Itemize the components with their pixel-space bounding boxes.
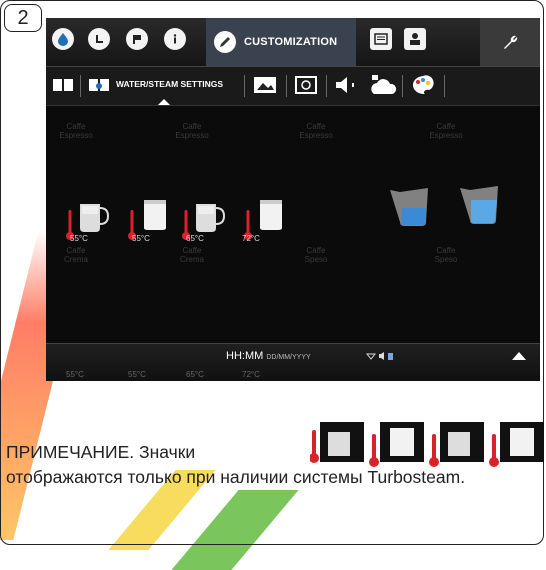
status-icons — [365, 351, 394, 363]
separator — [244, 75, 245, 97]
wrench-icon[interactable] — [480, 18, 540, 66]
book-settings-icon[interactable] — [86, 74, 112, 96]
step-number-badge: 2 — [4, 4, 42, 32]
clean-icon[interactable] — [292, 74, 320, 96]
tab-customization[interactable]: CUSTOMIZATION — [206, 18, 356, 66]
tab-customization-label: CUSTOMIZATION — [244, 36, 338, 48]
cloud-icon[interactable] — [366, 74, 400, 96]
cup-temp: 72°C — [242, 234, 260, 243]
flag-icon[interactable] — [126, 28, 148, 50]
note-suffix: отображаются только при наличии системы … — [6, 467, 466, 487]
user-settings-icon[interactable] — [404, 28, 426, 50]
separator — [444, 75, 445, 97]
ghost-label: Caffe Speso — [434, 246, 458, 264]
water-steam-settings-tab[interactable]: WATER/STEAM SETTINGS — [116, 79, 223, 89]
bottom-temp: 72°C — [242, 370, 260, 379]
separator — [286, 75, 287, 97]
pitcher-icon — [260, 200, 282, 230]
water-jug-icon[interactable] — [388, 182, 438, 228]
ghost-label: Caffe Espresso — [299, 122, 333, 140]
pitcher-icon — [144, 200, 166, 230]
bottom-temp: 55°C — [128, 370, 146, 379]
bottom-temp: 65°C — [186, 370, 204, 379]
image-icon[interactable] — [250, 74, 280, 96]
cup-temp: 65°C — [186, 234, 204, 243]
book-icon[interactable] — [50, 74, 76, 96]
ghost-label: Caffe Espresso — [429, 122, 463, 140]
status-bar: 55°C 55°C 65°C 72°C HH:MM DD/MM/YYYY — [46, 343, 540, 381]
palette-icon[interactable] — [408, 74, 438, 96]
pitcher-icon — [196, 204, 226, 232]
water-drop-icon[interactable] — [52, 28, 74, 50]
cup-temp: 55°C — [70, 234, 88, 243]
cup-temp: 55°C — [132, 234, 150, 243]
ghost-label: Caffe Speso — [304, 246, 328, 264]
time-value: HH:MM — [226, 350, 264, 362]
separator — [80, 75, 81, 97]
clock-display: HH:MM DD/MM/YYYY — [226, 350, 311, 362]
note-prefix: ПРИМЕЧАНИЕ. Значки — [6, 442, 196, 462]
water-jug-icon[interactable] — [456, 180, 506, 226]
separator — [326, 75, 327, 97]
ghost-label: Caffe Crema — [179, 246, 204, 264]
expand-arrow-icon[interactable] — [512, 352, 526, 360]
date-value: DD/MM/YYYY — [266, 354, 311, 361]
top-bar: CUSTOMIZATION — [46, 18, 540, 67]
pencil-icon — [214, 31, 236, 53]
pitcher-icon — [80, 204, 110, 232]
active-indicator-arrow — [158, 99, 170, 105]
machine-screen: CUSTOMIZATION WATER/STEAM SETTINGS Caffe… — [46, 18, 540, 381]
ghost-label: Caffe Espresso — [59, 122, 93, 140]
info-icon[interactable] — [164, 28, 186, 50]
speaker-icon[interactable] — [332, 74, 362, 96]
note-text: ПРИМЕЧАНИЕ. Значки отображаются только п… — [6, 440, 546, 490]
display-icon[interactable] — [370, 28, 392, 50]
ghost-label: Caffe Espresso — [175, 122, 209, 140]
bottom-temp: 55°C — [66, 370, 84, 379]
clock-icon[interactable] — [88, 28, 110, 50]
ghost-label: Caffe Crema — [63, 246, 88, 264]
separator — [402, 75, 403, 97]
sub-navigation-bar: WATER/STEAM SETTINGS — [46, 67, 540, 106]
